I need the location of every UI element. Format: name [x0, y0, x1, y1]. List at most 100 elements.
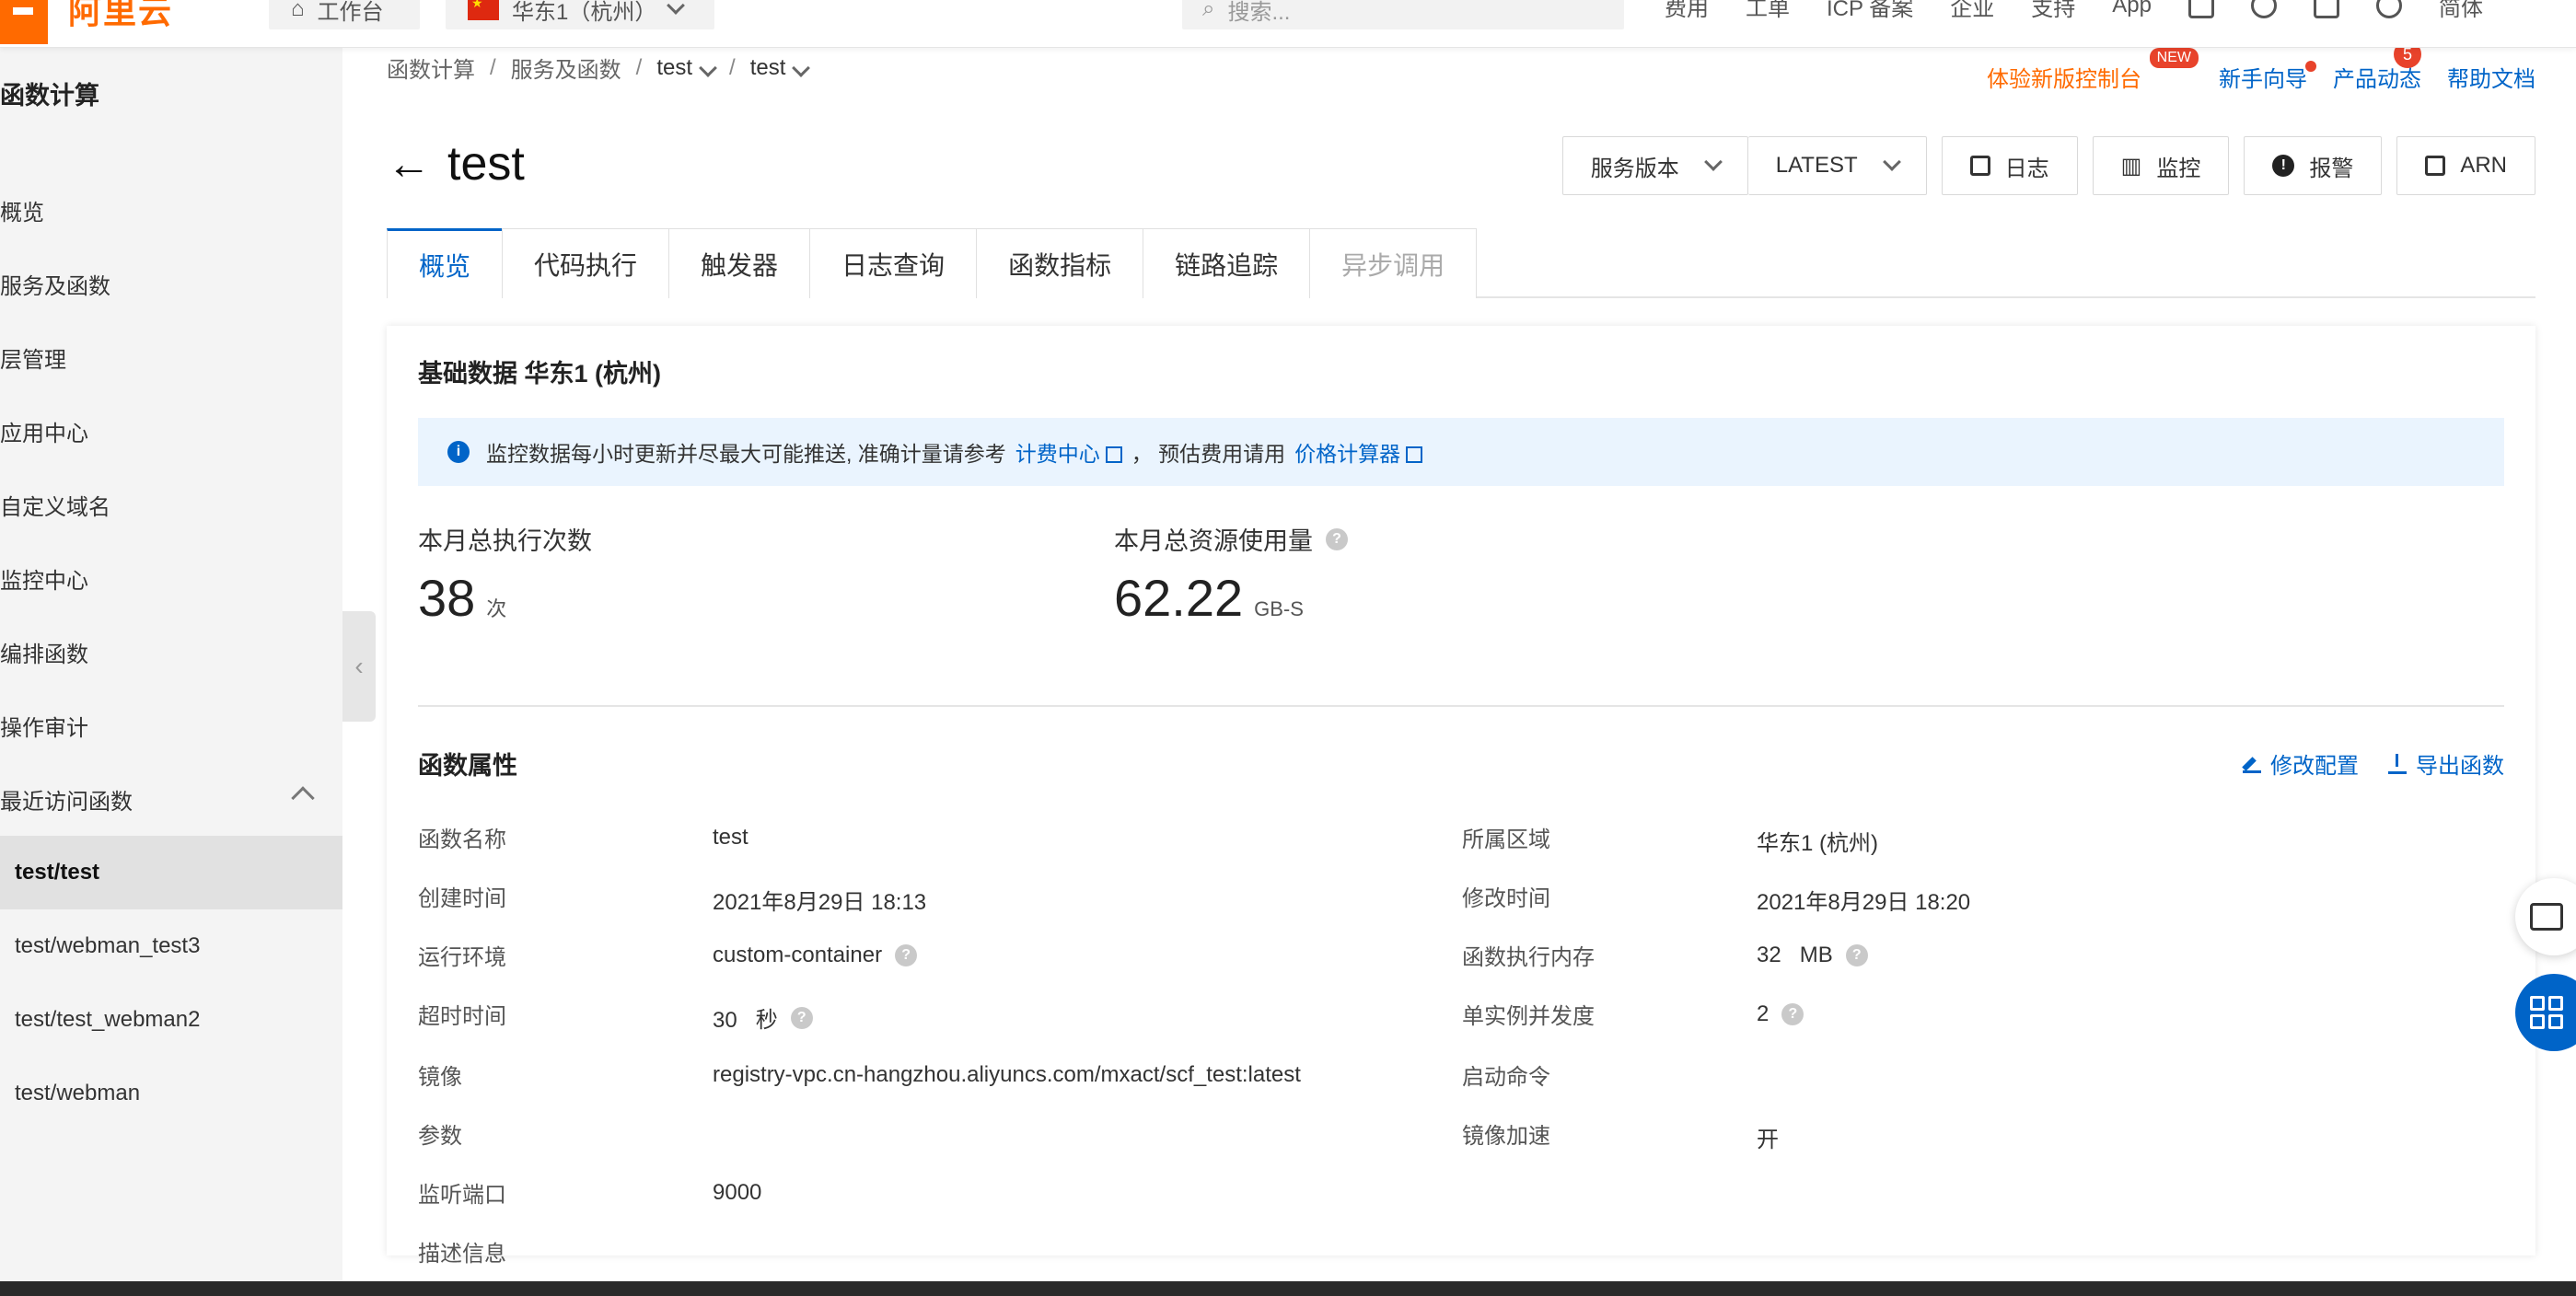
sidebar-item-layers[interactable]: 层管理	[0, 320, 342, 394]
resource-usage-unit: GB-S	[1254, 597, 1304, 620]
question-icon[interactable]: ?	[1326, 527, 1348, 550]
prop-label: 镜像加速	[1462, 1124, 1550, 1149]
monitor-button[interactable]: ▥ 监控	[2092, 136, 2230, 195]
page-title: ← test	[387, 136, 525, 191]
sidebar-item-audit[interactable]: 操作审计	[0, 688, 342, 762]
sidebar-item-services[interactable]: 服务及函数	[0, 247, 342, 320]
version-value-select[interactable]: LATEST	[1747, 136, 1927, 195]
prop-value-created: 2021年8月29日 18:13	[713, 890, 927, 915]
exec-count-value: 38 次	[418, 568, 592, 628]
news-label: 产品动态	[2333, 67, 2421, 92]
new-badge: NEW	[2149, 48, 2199, 68]
exec-count-label: 本月总执行次数	[418, 527, 592, 555]
search-input[interactable]: ⌕ 搜索...	[1182, 0, 1624, 29]
resource-usage-number: 62.22	[1114, 569, 1244, 627]
function-props-actions: 修改配置 导出函数	[2243, 747, 2504, 780]
question-icon[interactable]: ?	[1781, 1003, 1804, 1025]
question-icon[interactable]: ?	[790, 1006, 813, 1029]
top-link-enterprise[interactable]: 企业	[1950, 0, 1994, 22]
export-function-button[interactable]: 导出函数	[2388, 747, 2504, 780]
top-link-support[interactable]: 支持	[2031, 0, 2075, 22]
monitor-label: 监控	[2156, 156, 2201, 181]
prop-concurrency: 2 ?	[1757, 1001, 1804, 1027]
edit-config-button[interactable]: 修改配置	[2243, 747, 2359, 780]
help-icon[interactable]	[2375, 0, 2402, 18]
sidebar-item-monitor[interactable]: 监控中心	[0, 541, 342, 615]
question-icon[interactable]: ?	[1845, 944, 1868, 966]
version-value-label: LATEST	[1775, 153, 1858, 178]
chevron-down-icon	[792, 58, 811, 77]
cart-icon[interactable]	[2313, 0, 2339, 18]
external-link-icon	[1105, 446, 1122, 463]
tab-logs[interactable]: 日志查询	[809, 228, 978, 298]
info-text: 监控数据每小时更新并尽最大可能推送, 准确计量请参考	[486, 442, 1006, 466]
logo-icon[interactable]	[0, 0, 48, 44]
prop-label: 描述信息	[418, 1242, 506, 1267]
bell-icon[interactable]	[2250, 0, 2277, 18]
sidebar-recent-webman[interactable]: test/webman	[0, 1057, 342, 1130]
top-link-icp[interactable]: ICP 备案	[1827, 0, 1913, 22]
arn-button[interactable]: ARN	[2396, 136, 2535, 195]
log-button[interactable]: 日志	[1941, 136, 2078, 195]
price-calculator-link[interactable]: 价格计算器	[1294, 436, 1423, 468]
service-version-select[interactable]: 服务版本	[1561, 136, 1748, 195]
sidebar-recent-label: 最近访问函数	[0, 789, 133, 815]
sidebar-collapse-button[interactable]: ‹	[342, 611, 376, 722]
workbench-button[interactable]: ⌂ 工作台	[269, 0, 420, 29]
prop-value-concurrency: 2	[1757, 1001, 1770, 1026]
prop-value-modified: 2021年8月29日 18:20	[1757, 890, 1971, 915]
sidebar-item-recent[interactable]: 最近访问函数	[0, 762, 342, 836]
question-icon[interactable]: ?	[895, 944, 918, 966]
mail-icon[interactable]	[2187, 0, 2214, 18]
function-tabs: 概览 代码执行 触发器 日志查询 函数指标 链路追踪 异步调用	[387, 228, 2535, 298]
main-content: 函数计算 / 服务及函数 / test / test 体验新版控制台 NEW 新…	[342, 40, 2576, 1296]
back-arrow-icon[interactable]: ←	[387, 139, 431, 190]
prop-value-function-name: test	[713, 825, 748, 850]
edit-config-label: 修改配置	[2270, 754, 2359, 779]
news-link[interactable]: 产品动态 5	[2333, 40, 2421, 93]
sidebar-recent-test-test[interactable]: test/test	[0, 836, 342, 909]
alert-icon: !	[2272, 155, 2295, 177]
sidebar-item-domains[interactable]: 自定义域名	[0, 468, 342, 541]
try-new-console-link[interactable]: 体验新版控制台 NEW	[1987, 48, 2199, 93]
prop-value-memory: 32 MB	[1757, 943, 1833, 967]
logo-text[interactable]: 阿里云	[68, 0, 173, 33]
breadcrumb-root[interactable]: 函数计算	[387, 52, 475, 84]
sidebar-recent-webman-test3[interactable]: test/webman_test3	[0, 909, 342, 983]
tab-code[interactable]: 代码执行	[502, 228, 670, 298]
tab-overview[interactable]: 概览	[387, 228, 504, 298]
region-selector[interactable]: 华东1（杭州）	[446, 0, 714, 29]
tab-tracing[interactable]: 链路追踪	[1143, 228, 1311, 298]
prop-value-image: registry-vpc.cn-hangzhou.aliyuncs.com/mx…	[713, 1062, 1301, 1087]
breadcrumb-service[interactable]: test	[656, 55, 717, 81]
sidebar: 函数计算 概览 服务及函数 层管理 应用中心 自定义域名 监控中心 编排函数 操…	[0, 48, 342, 1296]
alarm-button[interactable]: ! 报警	[2244, 136, 2383, 195]
chevron-down-icon	[1882, 153, 1901, 171]
prop-runtime: custom-container ?	[713, 943, 918, 968]
prop-timeout: 30 秒 ?	[713, 1001, 813, 1034]
tab-triggers[interactable]: 触发器	[668, 228, 811, 298]
tab-metrics[interactable]: 函数指标	[976, 228, 1144, 298]
prop-label: 参数	[418, 1124, 462, 1149]
info-icon: i	[447, 441, 470, 463]
page-title-text: test	[447, 137, 525, 191]
sidebar-recent-test-webman2[interactable]: test/test_webman2	[0, 983, 342, 1057]
prop-label: 监听端口	[418, 1183, 506, 1208]
region-label: 华东1（杭州）	[512, 0, 657, 25]
guide-link[interactable]: 新手向导	[2219, 61, 2316, 93]
prop-label: 修改时间	[1462, 886, 1550, 911]
sidebar-item-overview[interactable]: 概览	[0, 173, 342, 247]
top-link-app[interactable]: App	[2112, 0, 2152, 18]
breadcrumb-services[interactable]: 服务及函数	[511, 52, 621, 84]
breadcrumb-function[interactable]: test	[750, 55, 811, 81]
top-link-cost[interactable]: 费用	[1665, 0, 1709, 22]
sidebar-item-orchestration[interactable]: 编排函数	[0, 615, 342, 688]
sidebar-item-apps[interactable]: 应用中心	[0, 394, 342, 468]
language-switch[interactable]: 简体	[2439, 0, 2483, 22]
sidebar-title: 函数计算	[0, 82, 99, 110]
chevron-down-icon	[699, 58, 717, 77]
help-docs-link[interactable]: 帮助文档	[2447, 61, 2535, 93]
billing-center-link[interactable]: 计费中心	[1015, 436, 1122, 468]
top-link-ticket[interactable]: 工单	[1746, 0, 1790, 22]
exec-count-stat: 本月总执行次数 38 次	[418, 521, 592, 628]
